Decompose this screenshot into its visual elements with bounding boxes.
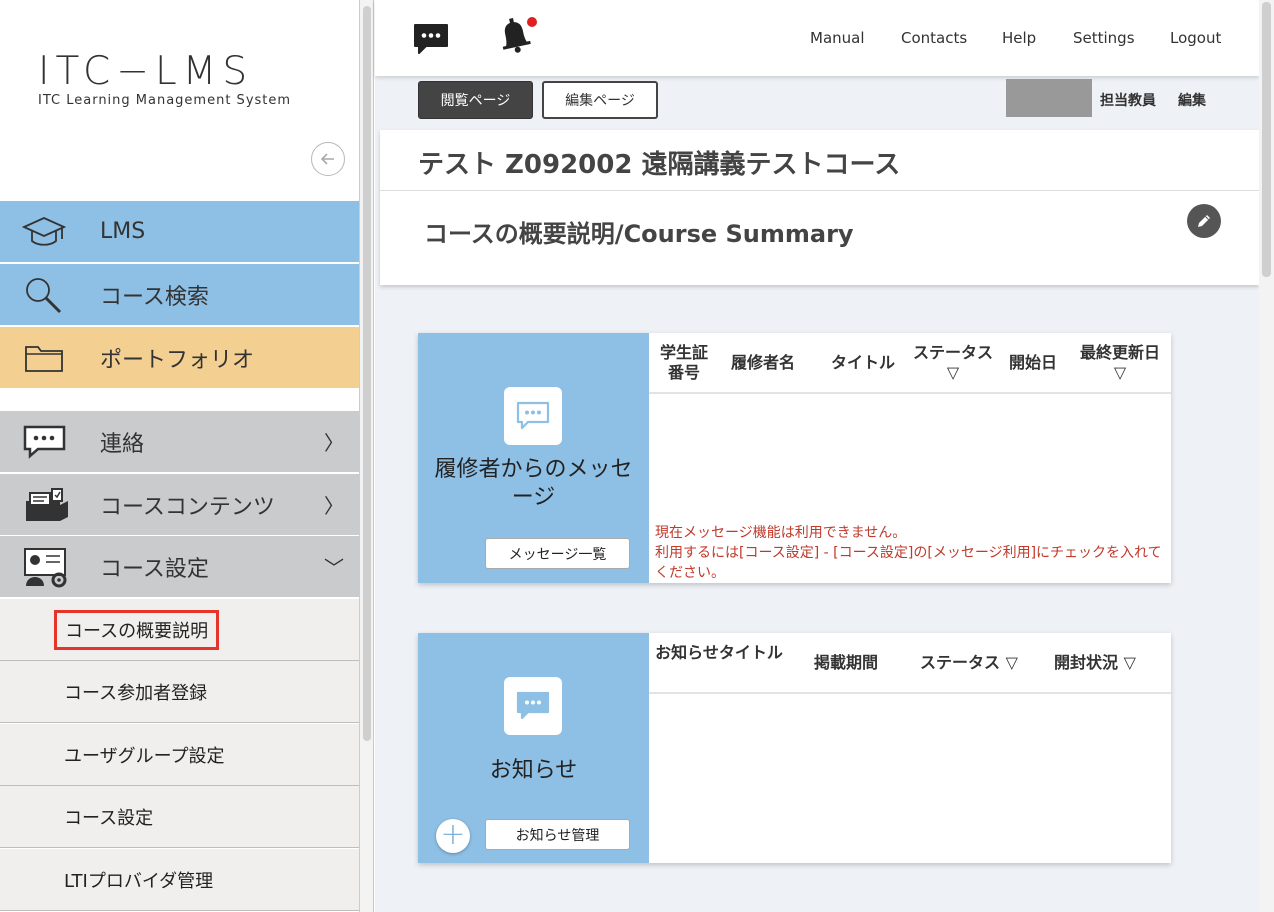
column-student-name: 履修者名 [730, 353, 795, 372]
column-read-status[interactable]: 開封状況 ▽ [1045, 653, 1145, 673]
news-manage-button[interactable]: お知らせ管理 [485, 819, 630, 850]
bell-icon [502, 17, 537, 53]
column-status[interactable]: ステータス ▽ [913, 343, 993, 383]
graduation-cap-icon [22, 216, 66, 246]
logo-main-text: ITC−LMS [38, 49, 254, 94]
view-page-button[interactable]: 閲覧ページ [418, 81, 533, 119]
column-publish-period: 掲載期間 [813, 653, 878, 672]
column-news-status[interactable]: ステータス ▽ [909, 653, 1029, 673]
teacher-label: 担当教員 [1100, 93, 1156, 109]
help-link[interactable]: Help [1002, 29, 1036, 47]
arrow-left-icon [320, 153, 334, 165]
news-panel-header: お知らせ + お知らせ管理 [418, 633, 649, 863]
edit-page-button[interactable]: 編集ページ [542, 81, 658, 119]
nav-item-course-contents-label: コースコンテンツ [100, 494, 275, 520]
column-start-date: 開始日 [1008, 353, 1057, 372]
course-content-icon [26, 487, 68, 521]
subnav-item-lti-provider[interactable]: LTIプロバイダ管理 [0, 849, 359, 911]
nav-item-portfolio-label: ポートフォリオ [100, 347, 255, 373]
nav-item-course-search-label: コース検索 [100, 284, 209, 310]
table-header-divider [649, 392, 1171, 394]
nav-item-contact[interactable]: 連絡 〉 [0, 411, 359, 473]
subnav-item-participant-registration-label: コース参加者登録 [64, 682, 208, 704]
teacher-name-redacted [1006, 79, 1092, 117]
subnav-item-course-settings-label: コース設定 [64, 807, 154, 829]
messages-panel-header: 履修者からのメッセージ メッセージ一覧 [418, 333, 649, 583]
column-student-id: 学生証番号 [659, 343, 708, 382]
contacts-link[interactable]: Contacts [901, 29, 967, 47]
nav-item-course-settings[interactable]: コース設定 ﹀ [0, 536, 359, 598]
course-summary-card: テスト Z092002 遠隔講義テストコース コースの概要説明/Course S… [380, 130, 1259, 285]
main-scrollbar-thumb[interactable] [1262, 2, 1271, 277]
pencil-icon [1198, 215, 1210, 227]
column-last-updated[interactable]: 最終更新日 ▽ [1079, 343, 1161, 383]
news-panel-title: お知らせ [489, 758, 578, 783]
main-scrollbar[interactable] [1259, 0, 1274, 912]
course-title: テスト Z092002 遠隔講義テストコース [418, 150, 901, 180]
card-divider [380, 190, 1259, 191]
column-news-title: お知らせタイトル [655, 643, 783, 662]
message-panel-icon-box [504, 387, 562, 445]
chevron-right-icon: 〉 [324, 494, 344, 518]
top-bar: Manual Contacts Help Settings Logout [375, 0, 1259, 76]
news-panel: お知らせ + お知らせ管理 お知らせタイトル 掲載期間 ステータス ▽ 開封状況… [418, 633, 1171, 863]
notice-line-1: 現在メッセージ機能は利用できません。 [655, 525, 907, 541]
sidebar-scrollbar[interactable] [360, 0, 374, 912]
chat-bubble-icon [414, 24, 448, 54]
nav-item-course-search[interactable]: コース検索 [0, 264, 359, 326]
nav-item-portfolio[interactable]: ポートフォリオ [0, 327, 359, 389]
column-title: タイトル [830, 353, 895, 372]
chat-board-icon [23, 425, 66, 459]
nav-item-lms[interactable]: LMS [0, 201, 359, 263]
notification-dot [527, 17, 537, 27]
subnav-item-user-group-settings[interactable]: ユーザグループ設定 [0, 724, 359, 786]
course-summary-title: コースの概要説明/Course Summary [424, 220, 854, 248]
sidebar-scrollbar-thumb[interactable] [363, 6, 371, 741]
add-news-button[interactable]: + [436, 819, 470, 853]
messages-panel-title: 履修者からのメッセージ [434, 457, 633, 510]
sidebar: ITC−LMS ITC Learning Management System L… [0, 0, 360, 912]
teacher-edit-link[interactable]: 編集 [1178, 90, 1206, 110]
notice-line-2: 利用するには[コース設定] - [コース設定]の[メッセージ利用]にチェックを入… [655, 545, 1162, 581]
subnav-item-course-summary[interactable]: コースの概要説明 [0, 599, 359, 661]
subnav-item-user-group-settings-label: ユーザグループ設定 [64, 745, 225, 767]
nav-item-course-settings-label: コース設定 [100, 556, 209, 582]
nav-item-lms-label: LMS [100, 219, 146, 244]
table-header-divider [649, 692, 1171, 694]
logo[interactable]: ITC−LMS ITC Learning Management System [38, 49, 292, 109]
subnav-item-lti-provider-label: LTIプロバイダ管理 [64, 870, 214, 892]
subnav-item-participant-registration[interactable]: コース参加者登録 [0, 661, 359, 723]
course-settings-icon [24, 547, 67, 587]
messages-button[interactable] [412, 22, 450, 60]
main-content: Manual Contacts Help Settings Logout 閲覧ペ… [375, 0, 1274, 912]
notifications-button[interactable] [493, 15, 539, 61]
logout-link[interactable]: Logout [1170, 29, 1221, 47]
collapse-sidebar-button[interactable] [311, 142, 345, 176]
message-list-button[interactable]: メッセージ一覧 [485, 538, 630, 569]
chevron-right-icon: 〉 [324, 431, 344, 455]
nav-item-course-contents[interactable]: コースコンテンツ 〉 [0, 474, 359, 536]
chat-bubble-icon [516, 691, 550, 720]
logo-sub-text: ITC Learning Management System [38, 93, 292, 108]
message-disabled-notice: 現在メッセージ機能は利用できません。 利用するには[コース設定] - [コース設… [655, 523, 1171, 583]
chat-bubble-icon [516, 401, 550, 430]
messages-panel: 履修者からのメッセージ メッセージ一覧 学生証番号 履修者名 タイトル ステータ… [418, 333, 1171, 583]
nav-item-contact-label: 連絡 [100, 431, 145, 457]
chevron-down-icon: ﹀ [324, 556, 344, 580]
news-panel-icon-box [504, 677, 562, 735]
edit-summary-button[interactable] [1187, 204, 1221, 238]
plus-icon: + [440, 817, 466, 852]
folder-icon [25, 345, 63, 372]
subnav-item-course-settings[interactable]: コース設定 [0, 786, 359, 848]
subnav-item-course-summary-label: コースの概要説明 [54, 609, 220, 650]
manual-link[interactable]: Manual [810, 29, 865, 47]
magnifier-icon [26, 277, 62, 313]
settings-link[interactable]: Settings [1073, 29, 1135, 47]
